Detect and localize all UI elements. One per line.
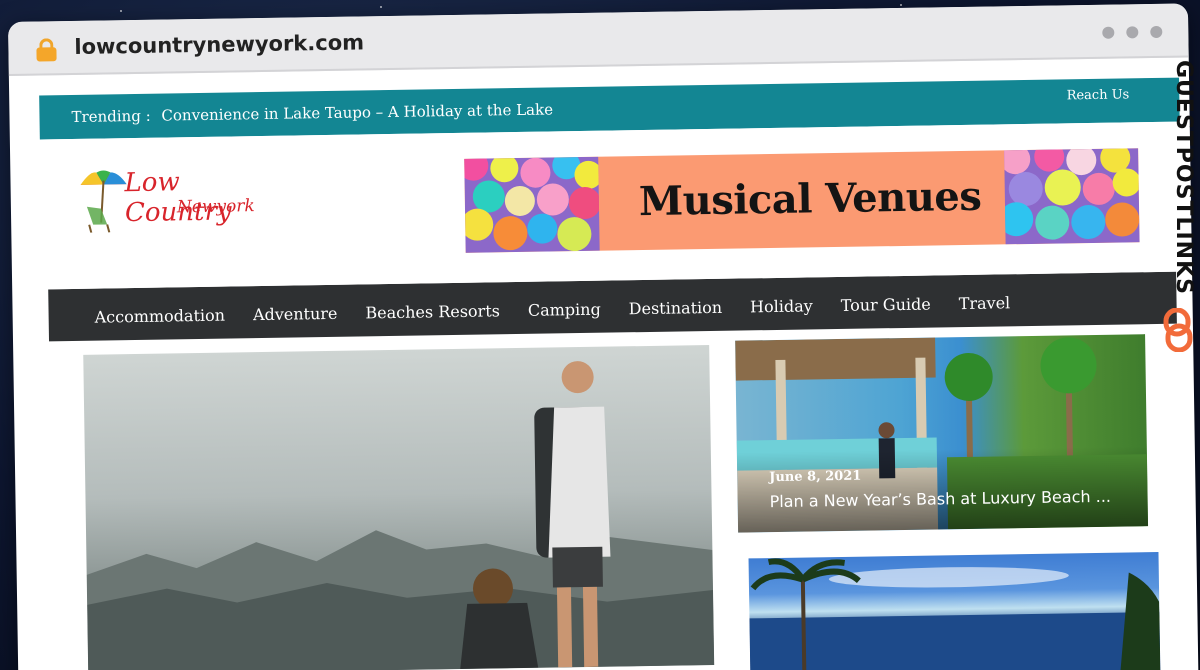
hiker-mountain-image [86,361,715,670]
nav-item-holiday[interactable]: Holiday [750,292,813,316]
nav-item-destination[interactable]: Destination [629,293,723,317]
window-dot-icon[interactable] [1126,26,1139,39]
window-controls [1102,25,1163,39]
ocean-palm-image [749,558,1161,670]
lock-icon [36,38,57,62]
post-date: June 8, 2021 [769,468,862,486]
url-bar[interactable]: lowcountrynewyork.com [74,30,364,59]
nav-item-accommodation[interactable]: Accommodation [94,301,225,326]
nav-item-camping[interactable]: Camping [528,295,601,319]
banner-title: Musical Venues [638,172,982,226]
browser-window: lowcountrynewyork.com Trending : Conveni… [8,3,1199,670]
post-card[interactable]: June 8, 2021 Plan a New Year’s Bash at L… [735,334,1149,533]
nav-item-beaches-resorts[interactable]: Beaches Resorts [365,297,500,322]
reach-us-link[interactable]: Reach Us [1067,87,1130,103]
nav-item-tour-guide[interactable]: Tour Guide [841,290,931,314]
trending-label: Trending : [71,106,151,127]
nav-item-travel[interactable]: Travel [959,289,1011,313]
nav-item-adventure[interactable]: Adventure [253,299,338,323]
trending-link[interactable]: Convenience in Lake Taupo – A Holiday at… [161,100,553,124]
main-content: June 8, 2021 Plan a New Year’s Bash at L… [43,324,1188,670]
ad-banner[interactable]: Musical Venues [464,148,1140,253]
site-logo[interactable]: Low Country Newyork [76,164,277,237]
link-icon [1163,308,1193,352]
site-header: Low Country Newyork Musical Venues [39,121,1183,290]
watermark: GUESTPOSTLINKS [1160,60,1196,360]
window-dot-icon[interactable] [1150,25,1163,39]
beach-umbrella-icon [80,170,127,233]
watermark-text: GUESTPOSTLINKS [1171,60,1196,295]
logo-subtitle: Newyork [176,196,255,218]
balloons-image [464,156,600,253]
balloons-image [1004,148,1140,245]
window-dot-icon[interactable] [1102,26,1115,39]
browser-chrome: lowcountrynewyork.com [8,3,1189,76]
trending: Trending : Convenience in Lake Taupo – A… [71,100,553,126]
post-card[interactable] [748,551,1161,670]
featured-post-image[interactable] [83,345,715,670]
page: Trending : Convenience in Lake Taupo – A… [39,77,1188,670]
